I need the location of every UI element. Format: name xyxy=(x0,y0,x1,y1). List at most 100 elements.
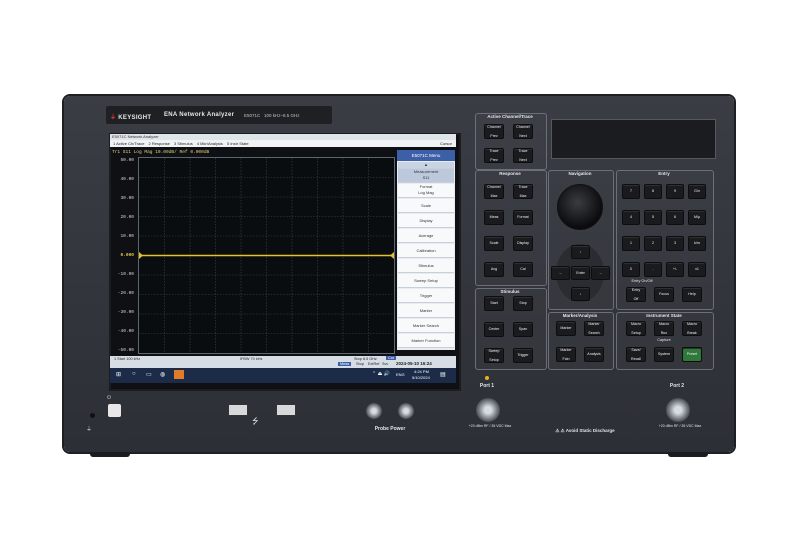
key-g-n[interactable]: G/n xyxy=(688,184,706,199)
arrow-right-button[interactable]: → xyxy=(591,266,610,280)
help-button[interactable]: Help xyxy=(682,287,702,302)
status-bar: 1 Start 100 kHz IFBW 70 kHz Stop 8.5 GHz… xyxy=(110,356,456,368)
meas-button[interactable]: Meas xyxy=(484,210,504,225)
softkey-marker[interactable]: Marker xyxy=(398,304,454,318)
span-button[interactable]: Span xyxy=(513,322,533,337)
format-button[interactable]: Format xyxy=(513,210,533,225)
edge-icon[interactable]: ◍ xyxy=(160,371,165,378)
ref-value-label: 0.000 xyxy=(120,253,134,258)
marker-button[interactable]: Marker xyxy=(556,321,576,336)
marker-fctn-button[interactable]: Marker Fctn xyxy=(556,347,576,362)
menu-cursor[interactable]: Cursor xyxy=(440,140,452,147)
softkey-scale[interactable]: Scale xyxy=(398,199,454,213)
rotary-knob[interactable] xyxy=(557,184,603,230)
arrow-down-button[interactable]: ↓ xyxy=(571,287,590,301)
key-8[interactable]: 8 xyxy=(644,184,662,199)
softkey-sweep-setup[interactable]: Sweep Setup xyxy=(398,274,454,288)
key-plus-minus[interactable]: +/- xyxy=(666,262,684,277)
port2-connector[interactable] xyxy=(666,398,690,422)
softkey-trigger[interactable]: Trigger xyxy=(398,289,454,303)
menu-active-ch[interactable]: 1 Active Ch/Trace xyxy=(113,141,144,146)
notification-icon[interactable]: ▤ xyxy=(440,371,446,378)
key-x1[interactable]: x1 xyxy=(688,262,706,277)
key-7[interactable]: 7 xyxy=(622,184,640,199)
softkey-marker-function[interactable]: Marker Function xyxy=(398,334,454,348)
trace-next-button[interactable]: Trace Next xyxy=(513,148,533,163)
trigger-button[interactable]: Trigger xyxy=(513,348,533,363)
key-k-m[interactable]: k/m xyxy=(688,236,706,251)
usb-port-2[interactable] xyxy=(276,404,296,416)
macro-setup-button[interactable]: Macro Setup xyxy=(626,321,646,336)
key-2[interactable]: 2 xyxy=(644,236,662,251)
menu-stimulus[interactable]: 3 Stimulus xyxy=(174,141,193,146)
softkey-calibration[interactable]: Calibration xyxy=(398,244,454,258)
channel-prev-button[interactable]: Channel Prev xyxy=(484,124,504,139)
power-button[interactable] xyxy=(108,404,121,417)
key-decimal[interactable]: . xyxy=(644,262,662,277)
sweep-setup-button[interactable]: Sweep Setup xyxy=(484,348,504,363)
macro-run-button[interactable]: Macro Run xyxy=(654,321,674,336)
key-9[interactable]: 9 xyxy=(666,184,684,199)
save-recall-button[interactable]: Save/Recall xyxy=(626,347,646,362)
task-view-icon[interactable]: ▭ xyxy=(146,371,152,378)
foot-right xyxy=(668,452,708,457)
key-6[interactable]: 6 xyxy=(666,210,684,225)
entry-title: Entry xyxy=(658,171,670,176)
key-4[interactable]: 4 xyxy=(622,210,640,225)
taskbar-language[interactable]: ENG xyxy=(396,372,405,377)
model-number: E5071C xyxy=(244,113,261,118)
key-3[interactable]: 3 xyxy=(666,236,684,251)
enter-button[interactable]: Enter xyxy=(571,266,590,280)
menu-mkr-analysis[interactable]: 4 Mkr/Analysis xyxy=(197,141,223,146)
entry-on-off-label: Entry On/Off xyxy=(631,279,653,283)
softkey-collapse[interactable]: ▲ xyxy=(398,162,454,169)
port1-spec: +20 dBm RF / 35 VDC Max xyxy=(468,424,512,428)
display-button[interactable]: Display xyxy=(513,236,533,251)
system-button[interactable]: System xyxy=(654,347,674,362)
usb-port-1[interactable] xyxy=(228,404,248,416)
key-0[interactable]: 0 xyxy=(622,262,640,277)
softkey-stimulus[interactable]: Stimulus xyxy=(398,259,454,273)
search-icon[interactable]: ○ xyxy=(132,371,136,377)
marker-search-button[interactable]: Marker Search xyxy=(584,321,604,336)
probe-power-connector-1[interactable] xyxy=(366,403,382,419)
brand-label: KEYSIGHT xyxy=(118,115,152,121)
menu-response[interactable]: 2 Response xyxy=(149,141,170,146)
port1-connector[interactable] xyxy=(476,398,500,422)
tray-icons[interactable]: ⌃ ⏏ 🔊 xyxy=(372,371,390,377)
windows-start-icon[interactable]: ⊞ xyxy=(116,371,121,378)
preset-button[interactable]: Preset xyxy=(682,347,702,362)
key-m-u[interactable]: M/μ xyxy=(688,210,706,225)
start-button[interactable]: Start xyxy=(484,296,504,311)
status-stop: Stop 8.5 GHz xyxy=(354,357,377,361)
softkey-marker-search[interactable]: Marker Search xyxy=(398,319,454,333)
menu-instr-state[interactable]: 5 Instr State xyxy=(227,141,249,146)
arrow-left-button[interactable]: ← xyxy=(551,266,570,280)
channel-next-button[interactable]: Channel Next xyxy=(513,124,533,139)
probe-power-connector-2[interactable] xyxy=(398,403,414,419)
cal-button[interactable]: Cal xyxy=(513,262,533,277)
keysight-logo: ⏚ KEYSIGHT xyxy=(110,112,151,121)
avg-button[interactable]: Avg xyxy=(484,262,504,277)
key-1[interactable]: 1 xyxy=(622,236,640,251)
macro-break-button[interactable]: Macro Break xyxy=(682,321,702,336)
softkey-average[interactable]: Average xyxy=(398,229,454,243)
focus-button[interactable]: Focus xyxy=(654,287,674,302)
app-title: E5071C Network Analyzer xyxy=(112,134,159,139)
softkey-format[interactable]: Format Log Mag xyxy=(398,184,454,198)
app-taskbar-icon[interactable] xyxy=(174,370,184,379)
arrow-up-button[interactable]: ↑ xyxy=(571,245,590,259)
key-5[interactable]: 5 xyxy=(644,210,662,225)
esd-warning-text: Avoid Static Discharge xyxy=(565,428,615,433)
scale-button[interactable]: Scale xyxy=(484,236,504,251)
taskbar-time[interactable]: 4:24 PM xyxy=(414,369,429,374)
trace-max-button[interactable]: Trace Max xyxy=(513,184,533,199)
trace-prev-button[interactable]: Trace Prev xyxy=(484,148,504,163)
softkey-measurement[interactable]: Measurement S11 xyxy=(398,169,454,183)
analysis-button[interactable]: Analysis xyxy=(584,347,604,362)
stop-button[interactable]: Stop xyxy=(513,296,533,311)
channel-max-button[interactable]: Channel Max xyxy=(484,184,504,199)
entry-off-button[interactable]: Entry Off xyxy=(626,287,646,302)
softkey-display[interactable]: Display xyxy=(398,214,454,228)
center-button[interactable]: Center xyxy=(484,322,504,337)
